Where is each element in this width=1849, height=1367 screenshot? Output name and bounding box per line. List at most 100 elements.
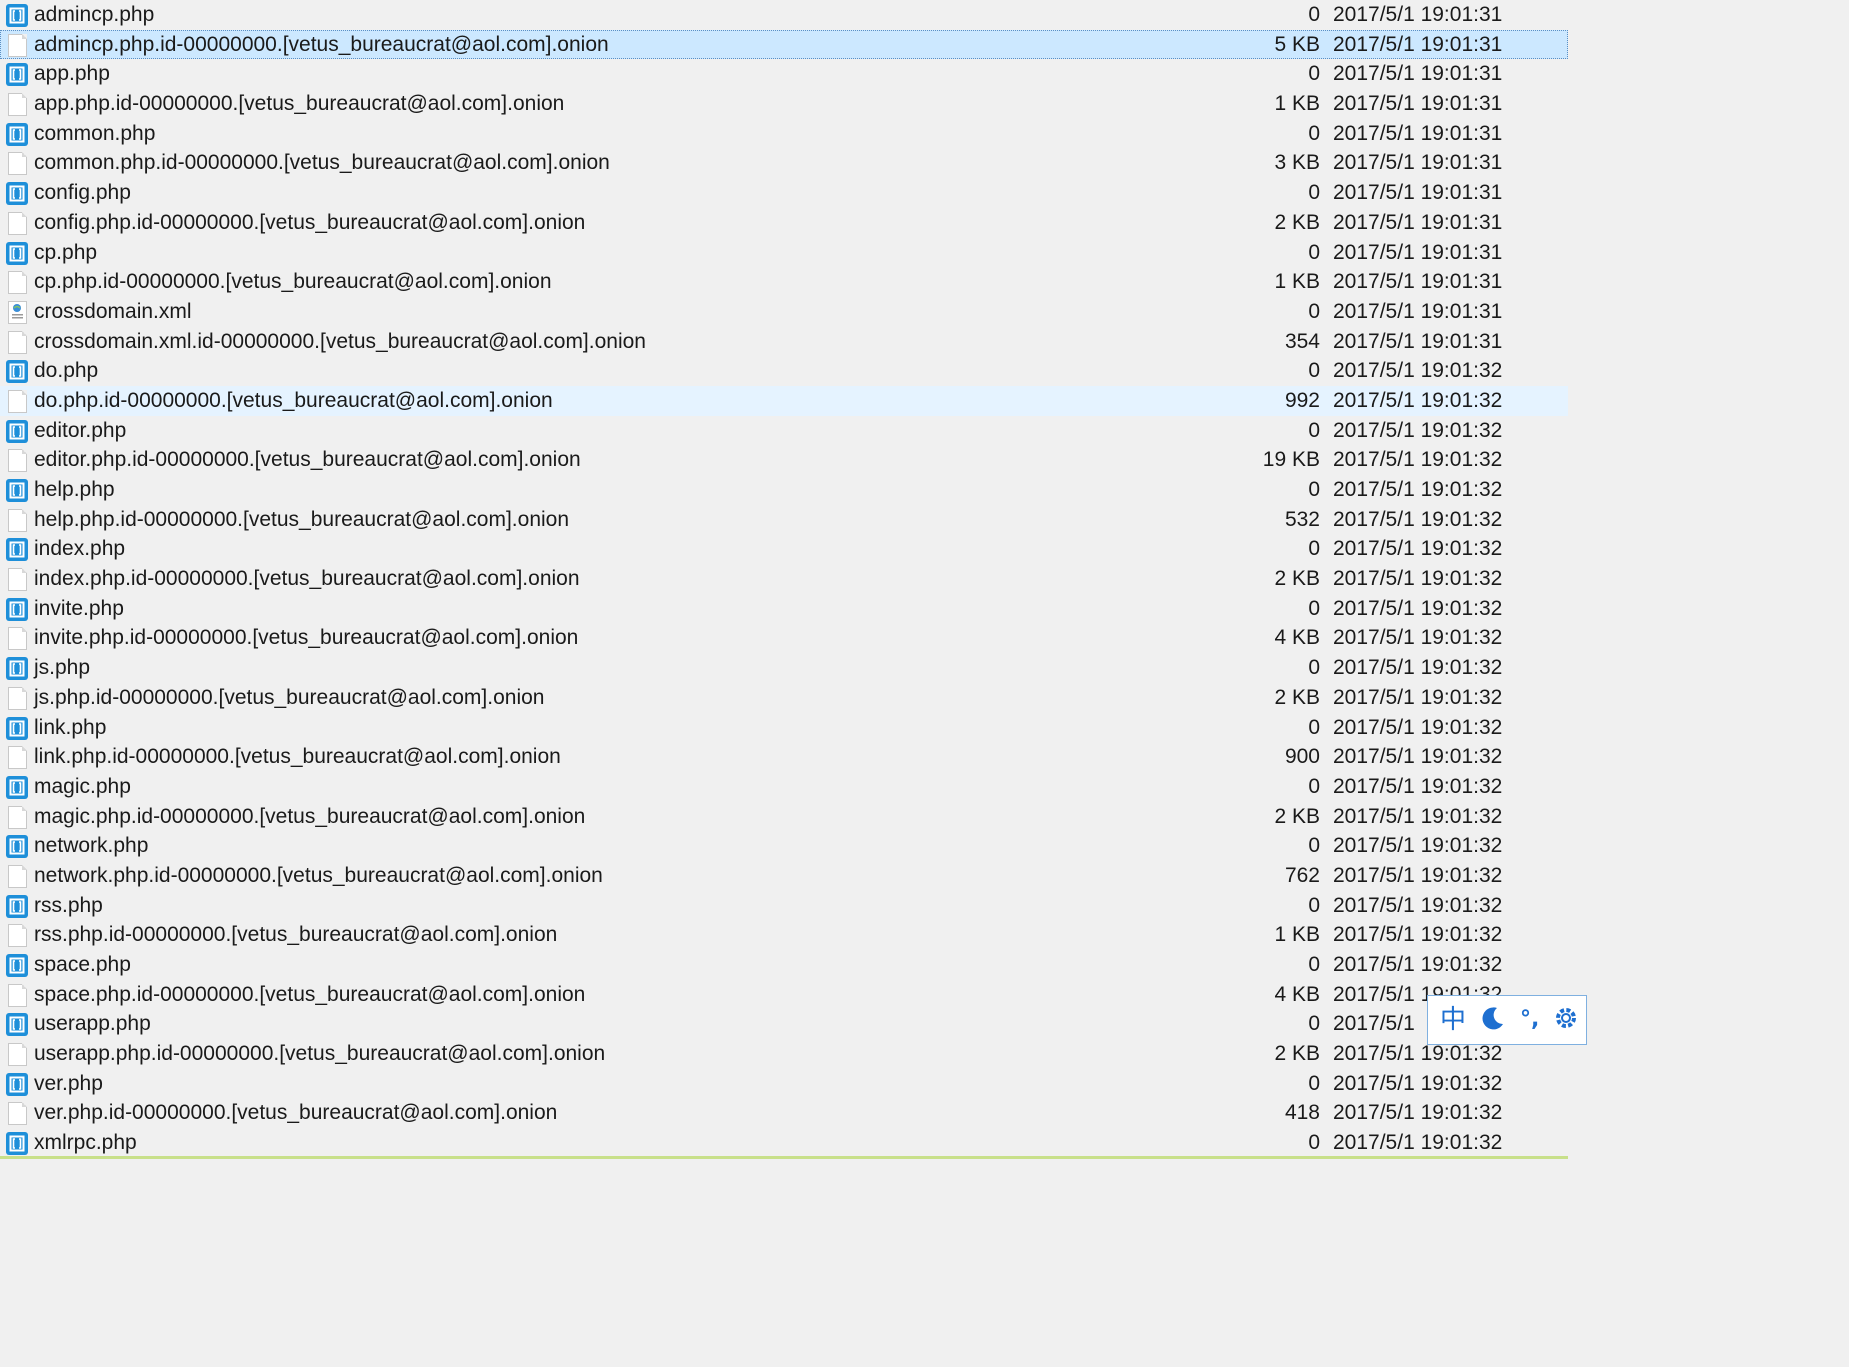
php-file-icon (6, 657, 28, 681)
file-row[interactable]: crossdomain.xml.id-00000000.[vetus_burea… (0, 327, 1568, 357)
file-date-modified: 2017/5/1 19:01:31 (1333, 92, 1503, 116)
file-date-modified: 2017/5/1 19:01:32 (1333, 685, 1503, 709)
file-row[interactable]: link.php 0 2017/5/1 19:01:32 (0, 713, 1568, 743)
file-row[interactable]: invite.php.id-00000000.[vetus_bureaucrat… (0, 623, 1568, 653)
file-row[interactable]: do.php 0 2017/5/1 19:01:32 (0, 356, 1568, 386)
file-row[interactable]: magic.php 0 2017/5/1 19:01:32 (0, 772, 1568, 802)
file-date-modified: 2017/5/1 19:01:31 (1333, 181, 1503, 205)
file-row[interactable]: config.php.id-00000000.[vetus_bureaucrat… (0, 208, 1568, 238)
file-row[interactable]: rss.php.id-00000000.[vetus_bureaucrat@ao… (0, 920, 1568, 950)
file-row[interactable]: userapp.php.id-00000000.[vetus_bureaucra… (0, 1039, 1568, 1069)
file-date-modified: 2017/5/1 19:01:32 (1333, 478, 1503, 501)
file-name: link.php (34, 715, 107, 739)
file-name: rss.php (34, 893, 103, 917)
file-size: 0 (1308, 1071, 1320, 1095)
blank-file-icon (8, 330, 27, 354)
file-date-modified: 2017/5/1 19:01:31 (1333, 151, 1503, 175)
file-row[interactable]: js.php 0 2017/5/1 19:01:32 (0, 653, 1568, 683)
file-row[interactable]: crossdomain.xml 0 2017/5/1 19:01:31 (0, 297, 1568, 327)
file-name: config.php (34, 181, 131, 205)
file-row[interactable]: link.php.id-00000000.[vetus_bureaucrat@a… (0, 742, 1568, 772)
ime-mode-button[interactable]: 中 (1440, 1007, 1466, 1033)
file-row[interactable]: help.php.id-00000000.[vetus_bureaucrat@a… (0, 505, 1568, 535)
file-date-modified: 2017/5/1 19:01:32 (1333, 834, 1503, 858)
file-row[interactable]: admincp.php.id-00000000.[vetus_bureaucra… (0, 29, 1568, 60)
file-row[interactable]: common.php 0 2017/5/1 19:01:31 (0, 119, 1568, 149)
file-size: 0 (1308, 240, 1320, 264)
file-size: 0 (1308, 656, 1320, 680)
gear-icon[interactable] (1553, 1005, 1579, 1036)
file-row[interactable]: editor.php.id-00000000.[vetus_bureaucrat… (0, 445, 1568, 475)
file-row[interactable]: index.php 0 2017/5/1 19:01:32 (0, 534, 1568, 564)
file-row[interactable]: magic.php.id-00000000.[vetus_bureaucrat@… (0, 802, 1568, 832)
file-name: config.php.id-00000000.[vetus_bureaucrat… (34, 210, 586, 234)
file-row[interactable]: config.php 0 2017/5/1 19:01:31 (0, 178, 1568, 208)
file-row[interactable]: common.php.id-00000000.[vetus_bureaucrat… (0, 148, 1568, 178)
ime-punctuation-button[interactable]: °, (1520, 1009, 1539, 1031)
file-row[interactable]: ver.php.id-00000000.[vetus_bureaucrat@ao… (0, 1098, 1568, 1128)
php-file-icon (6, 360, 28, 384)
file-row[interactable]: index.php.id-00000000.[vetus_bureaucrat@… (0, 564, 1568, 594)
file-row[interactable]: rss.php 0 2017/5/1 19:01:32 (0, 891, 1568, 921)
file-date-modified: 2017/5/1 19:01:31 (1333, 270, 1503, 294)
xml-file-icon (8, 300, 27, 324)
file-name: common.php (34, 121, 156, 145)
file-date-modified: 2017/5/1 19:01:32 (1333, 388, 1503, 412)
file-name: js.php.id-00000000.[vetus_bureaucrat@aol… (34, 685, 545, 709)
php-file-icon (6, 182, 28, 206)
file-size: 2 KB (1274, 685, 1320, 709)
file-row[interactable]: do.php.id-00000000.[vetus_bureaucrat@aol… (0, 385, 1568, 416)
file-name: invite.php (34, 596, 124, 620)
file-row[interactable]: ver.php 0 2017/5/1 19:01:32 (0, 1069, 1568, 1099)
file-name: admincp.php.id-00000000.[vetus_bureaucra… (34, 32, 609, 56)
blank-file-icon (8, 389, 27, 413)
file-name: common.php.id-00000000.[vetus_bureaucrat… (34, 151, 610, 175)
file-size: 4 KB (1274, 626, 1320, 650)
file-size: 0 (1308, 62, 1320, 86)
file-size: 0 (1308, 299, 1320, 323)
file-row[interactable]: invite.php 0 2017/5/1 19:01:32 (0, 594, 1568, 624)
file-size: 1 KB (1274, 270, 1320, 294)
blank-file-icon (8, 1102, 27, 1126)
file-size: 0 (1308, 121, 1320, 145)
file-row[interactable]: network.php.id-00000000.[vetus_bureaucra… (0, 861, 1568, 891)
file-row[interactable]: userapp.php 0 2017/5/1 (0, 1009, 1568, 1039)
file-row[interactable]: space.php 0 2017/5/1 19:01:32 (0, 950, 1568, 980)
file-date-modified: 2017/5/1 19:01:32 (1333, 804, 1503, 828)
moon-icon[interactable] (1480, 1005, 1506, 1036)
file-date-modified: 2017/5/1 19:01:32 (1333, 953, 1503, 976)
file-row[interactable]: admincp.php 0 2017/5/1 19:01:31 (0, 0, 1568, 30)
file-date-modified: 2017/5/1 19:01:31 (1333, 210, 1503, 234)
blank-file-icon (8, 805, 27, 829)
file-size: 2 KB (1274, 1042, 1320, 1066)
ime-toolbar[interactable]: 中 °, (1427, 995, 1587, 1045)
file-date-modified: 2017/5/1 19:01:31 (1333, 240, 1503, 264)
file-row[interactable]: help.php 0 2017/5/1 19:01:32 (0, 475, 1568, 505)
php-file-icon (6, 894, 28, 918)
file-row[interactable]: network.php 0 2017/5/1 19:01:32 (0, 831, 1568, 861)
file-name: userapp.php (34, 1012, 151, 1036)
file-name: help.php.id-00000000.[vetus_bureaucrat@a… (34, 507, 570, 531)
file-row[interactable]: app.php 0 2017/5/1 19:01:31 (0, 59, 1568, 89)
file-name: cp.php (34, 240, 98, 264)
file-row[interactable]: xmlrpc.php 0 2017/5/1 19:01:32 (0, 1128, 1568, 1158)
file-row[interactable]: editor.php 0 2017/5/1 19:01:32 (0, 416, 1568, 446)
file-date-modified: 2017/5/1 19:01:32 (1333, 893, 1503, 917)
file-date-modified: 2017/5/1 19:01:32 (1333, 359, 1503, 383)
file-row[interactable]: space.php.id-00000000.[vetus_bureaucrat@… (0, 980, 1568, 1010)
file-row[interactable]: cp.php.id-00000000.[vetus_bureaucrat@aol… (0, 267, 1568, 297)
file-size: 0 (1308, 181, 1320, 205)
file-row[interactable]: cp.php 0 2017/5/1 19:01:31 (0, 238, 1568, 268)
blank-file-icon (8, 568, 27, 592)
file-name: xmlrpc.php (34, 1131, 137, 1155)
file-date-modified: 2017/5/1 19:01:32 (1333, 1101, 1503, 1125)
file-name: do.php.id-00000000.[vetus_bureaucrat@aol… (34, 388, 553, 412)
file-name: network.php.id-00000000.[vetus_bureaucra… (34, 863, 603, 887)
blank-file-icon (8, 864, 27, 888)
file-row[interactable]: app.php.id-00000000.[vetus_bureaucrat@ao… (0, 89, 1568, 119)
blank-file-icon (8, 983, 27, 1007)
file-row[interactable]: js.php.id-00000000.[vetus_bureaucrat@aol… (0, 683, 1568, 713)
file-date-modified: 2017/5/1 (1333, 1012, 1415, 1036)
file-name: index.php (34, 537, 126, 561)
file-date-modified: 2017/5/1 19:01:32 (1333, 745, 1503, 769)
